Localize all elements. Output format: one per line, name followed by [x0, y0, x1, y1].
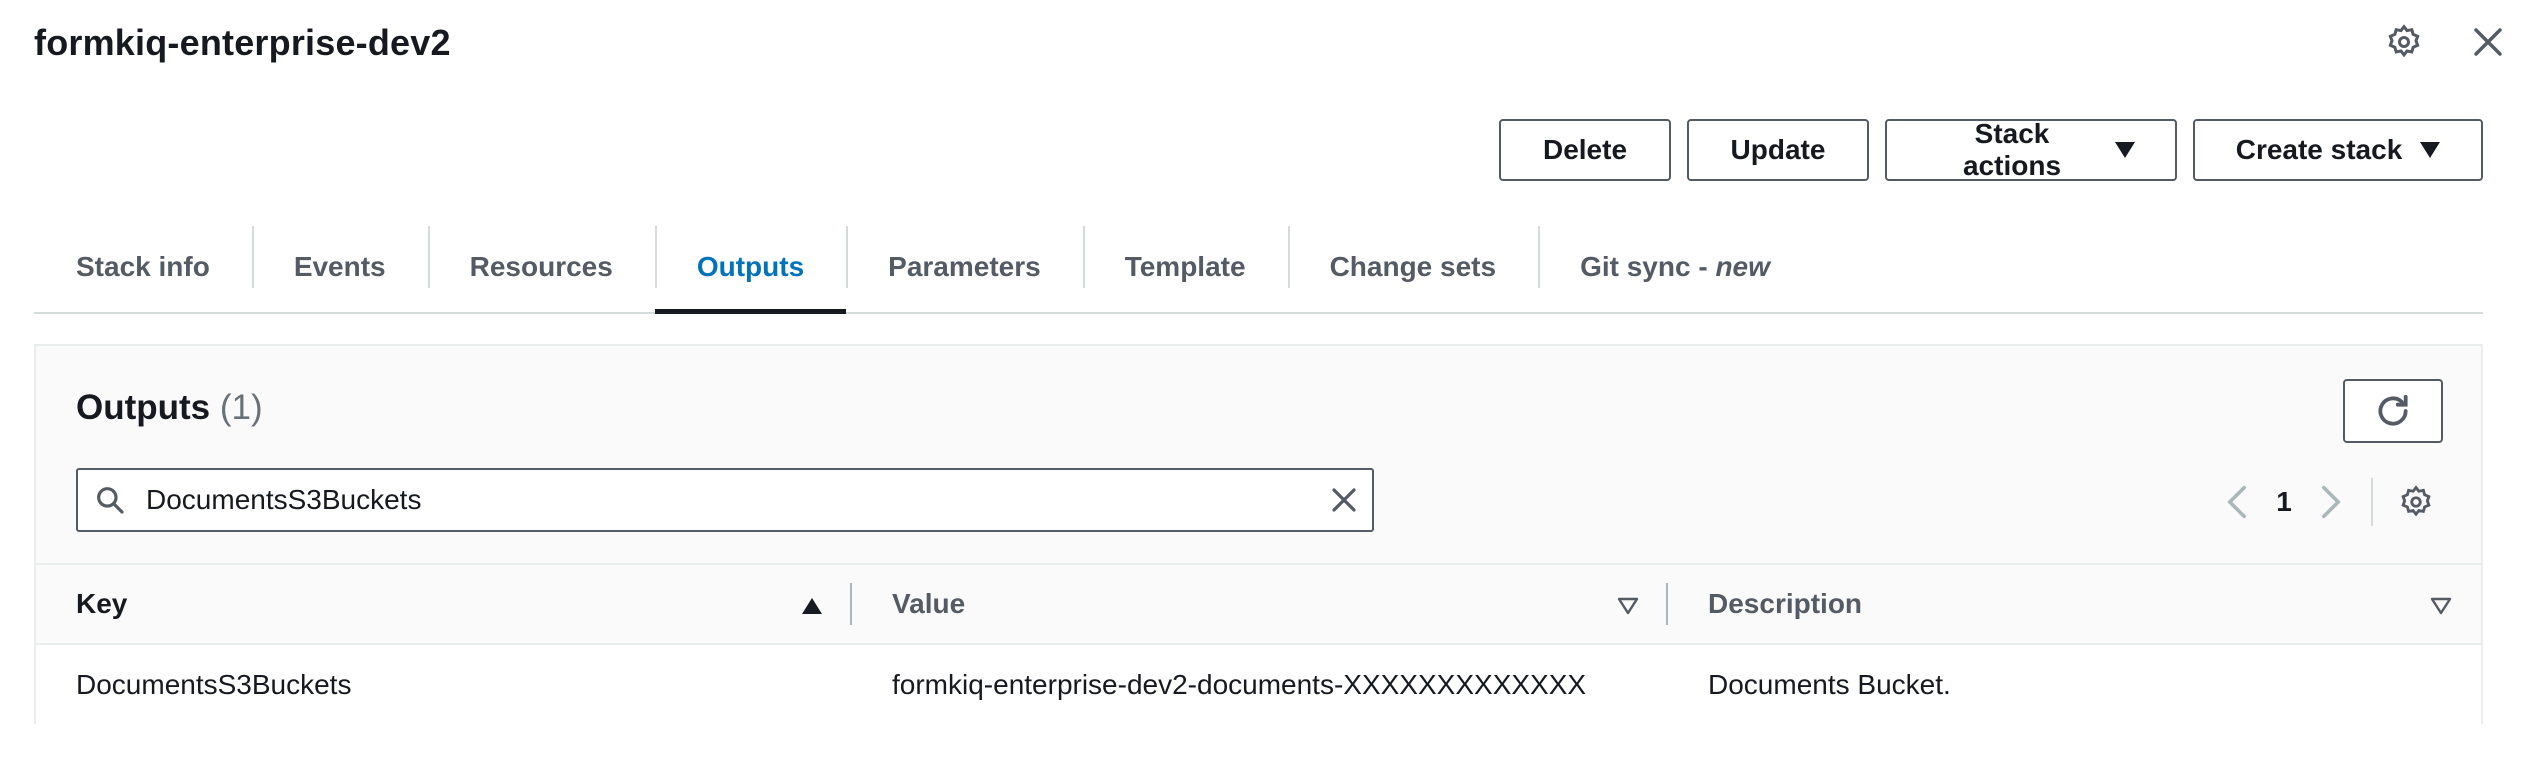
delete-button[interactable]: Delete — [1499, 119, 1671, 181]
tab-outputs[interactable]: Outputs — [654, 222, 847, 314]
outputs-count: (1) — [219, 388, 263, 427]
outputs-heading: Outputs (1) — [76, 388, 263, 428]
cell-key: DocumentsS3Buckets — [76, 669, 352, 700]
new-badge: new — [1715, 251, 1770, 282]
tab-resources[interactable]: Resources — [427, 222, 655, 312]
cell-description: Documents Bucket. — [1708, 669, 1951, 700]
pagination: 1 — [2215, 472, 2441, 532]
tab-parameters[interactable]: Parameters — [846, 222, 1083, 312]
tab-git-sync-label: Git sync - — [1580, 251, 1716, 282]
outputs-table: Key Value Description DocumentsS3Buckets… — [36, 563, 2481, 725]
outputs-panel: Outputs (1) 1 — [34, 344, 2483, 725]
clear-search-icon[interactable] — [1316, 472, 1372, 528]
table-header: Key Value Description — [36, 563, 2481, 645]
caret-down-icon — [2115, 142, 2135, 158]
column-key-label: Key — [76, 588, 128, 619]
create-stack-label: Create stack — [2235, 134, 2403, 165]
settings-gear-icon[interactable] — [2384, 22, 2424, 62]
sort-icon — [1616, 591, 1640, 623]
refresh-button[interactable] — [2343, 379, 2443, 443]
column-header-key[interactable]: Key — [36, 565, 852, 643]
stack-actions-toolbar: Delete Update Stack actions Create stack — [1499, 118, 2483, 181]
column-value-label: Value — [892, 588, 966, 619]
chevron-left-icon[interactable] — [2215, 474, 2259, 530]
column-header-value[interactable]: Value — [852, 565, 1668, 643]
caret-down-icon — [2420, 142, 2441, 158]
cell-value: formkiq-enterprise-dev2-documents-XXXXXX… — [892, 669, 1587, 700]
page-number[interactable]: 1 — [2259, 486, 2309, 518]
search-box — [76, 468, 1374, 532]
sort-icon — [2429, 591, 2453, 623]
column-header-description[interactable]: Description — [1668, 565, 2481, 643]
refresh-icon — [2378, 394, 2408, 426]
table-settings-gear-icon[interactable] — [2391, 474, 2441, 530]
update-button[interactable]: Update — [1687, 119, 1869, 181]
outputs-title: Outputs — [76, 388, 211, 427]
tab-events[interactable]: Events — [251, 222, 428, 312]
column-description-label: Description — [1708, 588, 1863, 619]
sort-ascending-icon — [800, 591, 824, 623]
tab-template[interactable]: Template — [1082, 222, 1288, 312]
tab-change-sets[interactable]: Change sets — [1287, 222, 1539, 312]
create-stack-dropdown[interactable]: Create stack — [2193, 119, 2483, 181]
stack-actions-dropdown[interactable]: Stack actions — [1885, 118, 2177, 181]
stack-tabs: Stack info Events Resources Outputs Para… — [34, 222, 2483, 314]
search-input[interactable] — [142, 472, 1316, 528]
stack-actions-label: Stack actions — [1962, 118, 2062, 181]
chevron-right-icon[interactable] — [2309, 474, 2353, 530]
search-icon — [78, 470, 142, 530]
tab-git-sync[interactable]: Git sync - new — [1538, 222, 1812, 312]
close-icon[interactable] — [2468, 22, 2508, 62]
pagination-divider — [2371, 478, 2373, 526]
table-row: DocumentsS3Buckets formkiq-enterprise-de… — [36, 645, 2481, 725]
tab-stack-info[interactable]: Stack info — [34, 222, 252, 312]
page-title: formkiq-enterprise-dev2 — [34, 22, 451, 63]
